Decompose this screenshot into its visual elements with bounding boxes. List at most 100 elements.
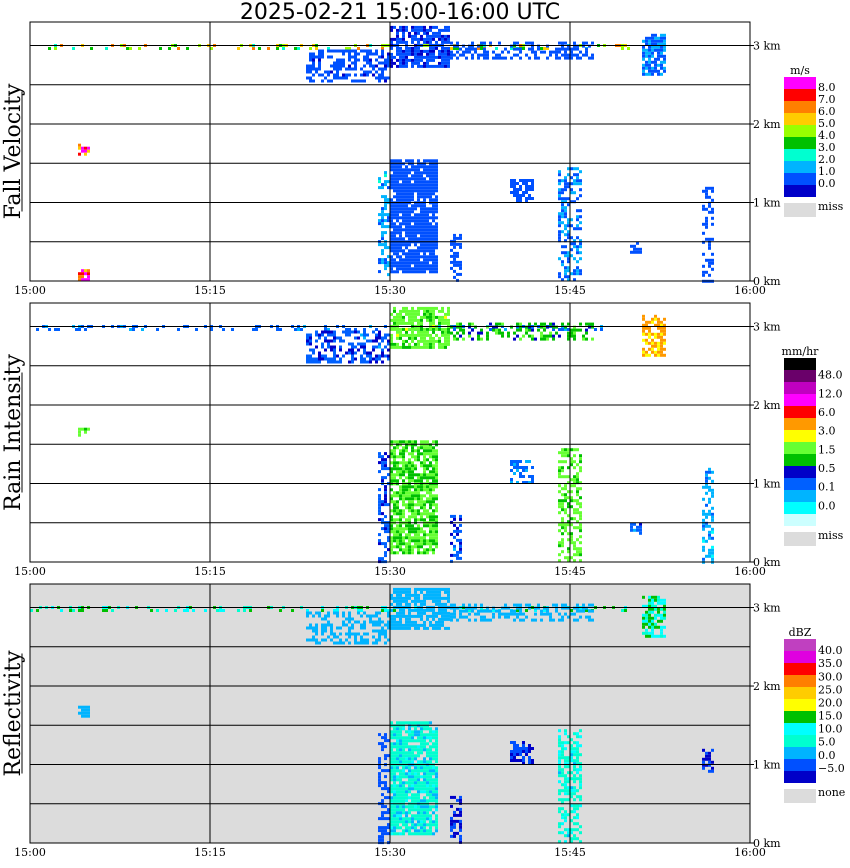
echo-cell: [420, 180, 423, 184]
echo-cell: [468, 603, 471, 607]
echo-cell: [420, 443, 423, 447]
echo-cell: [432, 596, 435, 600]
echo-cell: [372, 620, 375, 624]
echo-cell: [411, 464, 414, 468]
echo-cell: [423, 312, 426, 316]
echo-cell: [378, 518, 381, 522]
echo-cell: [384, 461, 387, 465]
echo-cell: [336, 336, 339, 340]
echo-cell: [399, 805, 402, 809]
echo-cell: [420, 306, 423, 310]
echo-cell: [435, 539, 438, 543]
echo-cell: [408, 817, 411, 821]
echo-cell: [417, 829, 420, 833]
echo-cell: [519, 322, 522, 326]
echo-cell: [339, 336, 342, 340]
echo-cell: [309, 76, 312, 80]
echo-cell: [426, 790, 429, 794]
echo-cell: [453, 337, 456, 341]
echo-cell: [711, 530, 714, 534]
echo-cell: [576, 328, 579, 332]
echo-cell: [324, 626, 327, 630]
echo-cell: [561, 774, 564, 778]
echo-cell: [396, 195, 399, 199]
echo-cell: [90, 47, 93, 50]
echo-cell: [429, 527, 432, 531]
echo-cell: [381, 55, 384, 59]
echo-cell: [564, 523, 567, 527]
echo-cell: [513, 759, 516, 762]
echo-cell: [405, 267, 408, 271]
echo-cell: [405, 760, 408, 764]
echo-cell: [393, 745, 396, 749]
echo-cell: [648, 595, 651, 599]
echo-cell: [711, 512, 714, 516]
echo-cell: [657, 45, 660, 49]
echo-cell: [417, 222, 420, 226]
echo-cell: [705, 216, 708, 220]
echo-cell: [408, 318, 411, 322]
echo-cell: [87, 711, 90, 715]
echo-cell: [477, 331, 480, 335]
echo-cell: [411, 527, 414, 531]
echo-cell: [396, 446, 399, 450]
echo-cell: [516, 759, 519, 762]
echo-cell: [516, 194, 519, 197]
echo-cell: [417, 204, 420, 208]
echo-cell: [318, 611, 321, 615]
echo-cell: [654, 45, 657, 49]
echo-cell: [414, 449, 417, 453]
echo-cell: [378, 620, 381, 624]
echo-cell: [579, 457, 582, 461]
echo-cell: [426, 345, 429, 349]
echo-cell: [558, 612, 561, 616]
echo-cell: [426, 793, 429, 797]
echo-cell: [426, 31, 429, 35]
echo-cell: [417, 219, 420, 223]
echo-cell: [414, 455, 417, 459]
panel-rain-intensity: 15:00 15:15 15:30 15:45 16:000 km1 km2 km3 k…: [1, 302, 844, 578]
echo-cell: [393, 808, 396, 812]
echo-cell: [408, 342, 411, 346]
echo-cell: [657, 625, 660, 629]
echo-cell: [624, 609, 627, 612]
echo-cell: [426, 339, 429, 343]
echo-cell: [414, 225, 417, 229]
echo-cell: [411, 530, 414, 534]
echo-cell: [399, 192, 402, 196]
echo-cell: [360, 614, 363, 618]
echo-cell: [426, 452, 429, 456]
echo-cell: [408, 58, 411, 62]
y-tick-label: 3 km: [753, 321, 781, 334]
echo-cell: [576, 807, 579, 811]
echo-cell: [432, 533, 435, 537]
echo-cell: [645, 63, 648, 67]
echo-cell: [435, 34, 438, 38]
echo-cell: [402, 539, 405, 543]
colorbar-swatch: [784, 358, 816, 370]
echo-cell: [369, 614, 372, 618]
echo-cell: [423, 539, 426, 543]
echo-cell: [432, 58, 435, 62]
echo-cell: [576, 499, 579, 503]
echo-cell: [381, 814, 384, 818]
echo-cell: [426, 37, 429, 41]
echo-cell: [660, 341, 663, 345]
echo-cell: [708, 757, 711, 761]
echo-cell: [444, 345, 447, 349]
echo-cell: [396, 440, 399, 444]
echo-cell: [558, 618, 561, 622]
echo-cell: [429, 162, 432, 166]
echo-cell: [648, 329, 651, 333]
echo-cell: [84, 149, 87, 153]
echo-cell: [486, 56, 489, 60]
echo-cell: [426, 61, 429, 65]
echo-cell: [414, 249, 417, 253]
echo-cell: [429, 814, 432, 818]
echo-cell: [330, 55, 333, 59]
echo-cell: [579, 56, 582, 60]
echo-cell: [393, 590, 396, 594]
echo-cell: [78, 143, 81, 147]
echo-cell: [576, 490, 579, 494]
echo-cell: [438, 28, 441, 32]
